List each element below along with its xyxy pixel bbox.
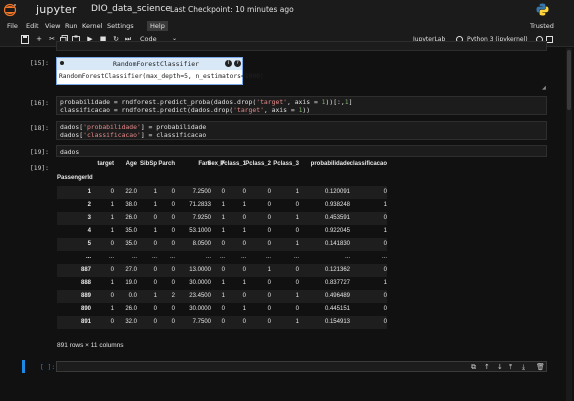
jupyter-logo-icon[interactable] (3, 3, 33, 17)
scrollbar-thumb[interactable] (567, 50, 571, 110)
top-header: jupyter DIO_data_science Last Checkpoint… (0, 0, 574, 20)
code-cell-previous[interactable] (56, 41, 547, 51)
move-up-icon[interactable]: ↑ (484, 363, 490, 371)
table-cell: 1 (295, 319, 299, 325)
python-logo-icon (536, 3, 549, 16)
input-prompt-empty: [ ]: (40, 364, 56, 371)
table-cell: 1 (295, 293, 299, 299)
code-line: dados['classificacao'] = classificacao (60, 131, 207, 139)
info-icon[interactable]: i (225, 60, 232, 67)
code-line: classificacao = rndforest.predict(dados.… (60, 106, 311, 114)
trusted-indicator[interactable]: Trusted (530, 22, 554, 30)
table-cell: 0 (383, 293, 387, 299)
menu-help[interactable]: Help (147, 21, 168, 31)
table-cell: 0 (383, 241, 387, 247)
table-cell: 1 (383, 202, 387, 208)
model-name: RandomForestClassifier (113, 60, 200, 68)
menu-settings[interactable]: Settings (107, 22, 134, 30)
help-icon[interactable]: ? (234, 60, 241, 67)
index-name: PassengerId (57, 175, 93, 181)
table-cell: 0 (295, 306, 299, 312)
output-prompt-15: [15]: (30, 60, 49, 67)
cut-icon[interactable]: ✂ (48, 35, 56, 44)
code-cell-19[interactable]: dados (56, 145, 547, 157)
resize-handle-icon[interactable]: ◢ (542, 85, 546, 91)
code-cell-18[interactable]: dados['probabilidade'] = probabilidade d… (56, 121, 547, 140)
menu-view[interactable]: View (45, 22, 60, 30)
table-cell: 1 (295, 215, 299, 221)
table-cell: 0 (383, 267, 387, 273)
menu-run[interactable]: Run (65, 22, 77, 30)
model-header[interactable]: RandomForestClassifier i ? (57, 58, 242, 70)
table-cell: ... (293, 254, 299, 260)
input-prompt-18: [18]: (30, 125, 49, 132)
column-header: classificacao (349, 161, 387, 167)
code-cell-16[interactable]: probabilidade = rndforest.predict_proba(… (56, 96, 547, 115)
code-line: probabilidade = rndforest.predict_proba(… (60, 98, 353, 106)
command-palette-icon[interactable] (546, 36, 553, 43)
input-prompt-19: [19]: (30, 149, 49, 156)
menu-edit[interactable]: Edit (26, 22, 39, 30)
brand-name[interactable]: jupyter (36, 3, 77, 16)
menu-file[interactable]: File (7, 22, 18, 30)
table-cell: 0 (295, 228, 299, 234)
table-cell: 0 (383, 319, 387, 325)
notebook-area[interactable]: [15]: RandomForestClassifier i ? RandomF… (0, 41, 574, 401)
menu-bar: File Edit View Run Kernel Settings Help … (0, 20, 574, 33)
table-cell: 0 (295, 280, 299, 286)
input-prompt-16: [16]: (30, 100, 49, 107)
table-cell: 0 (295, 202, 299, 208)
duplicate-cell-icon[interactable]: ⧉ (471, 363, 476, 372)
active-cell-indicator (22, 360, 25, 373)
code-line: dados (60, 148, 80, 156)
model-params: RandomForestClassifier(max_depth=5, n_es… (59, 73, 264, 80)
table-cell: 1 (295, 189, 299, 195)
delete-cell-icon[interactable]: 🗑 (536, 363, 545, 371)
expand-toggle-icon[interactable] (60, 61, 64, 65)
dataframe-dimensions: 891 rows × 11 columns (57, 342, 124, 349)
output-prompt-19: [19]: (30, 165, 49, 172)
table-cell: 0 (383, 306, 387, 312)
table-cell: 1 (383, 280, 387, 286)
menu-kernel[interactable]: Kernel (82, 22, 102, 30)
notebook-name[interactable]: DIO_data_science (91, 4, 171, 14)
model-output-widget: RandomForestClassifier i ? RandomForestC… (56, 57, 264, 85)
table-cell: 0 (383, 189, 387, 195)
table-cell: 1 (295, 241, 299, 247)
table-cell: 0 (295, 267, 299, 273)
move-down-icon[interactable]: ↓ (497, 363, 503, 371)
insert-above-icon[interactable]: ⤒ (509, 363, 512, 372)
save-icon[interactable] (21, 35, 29, 44)
table-cell: ... (381, 254, 387, 260)
code-line: dados['probabilidade'] = probabilidade (60, 123, 207, 131)
insert-below-icon[interactable]: ⤓ (522, 363, 525, 372)
last-checkpoint: Last Checkpoint: 10 minutes ago (170, 5, 294, 14)
add-cell-icon[interactable]: + (35, 35, 43, 44)
table-cell: 1 (383, 228, 387, 234)
table-cell: 0 (383, 215, 387, 221)
